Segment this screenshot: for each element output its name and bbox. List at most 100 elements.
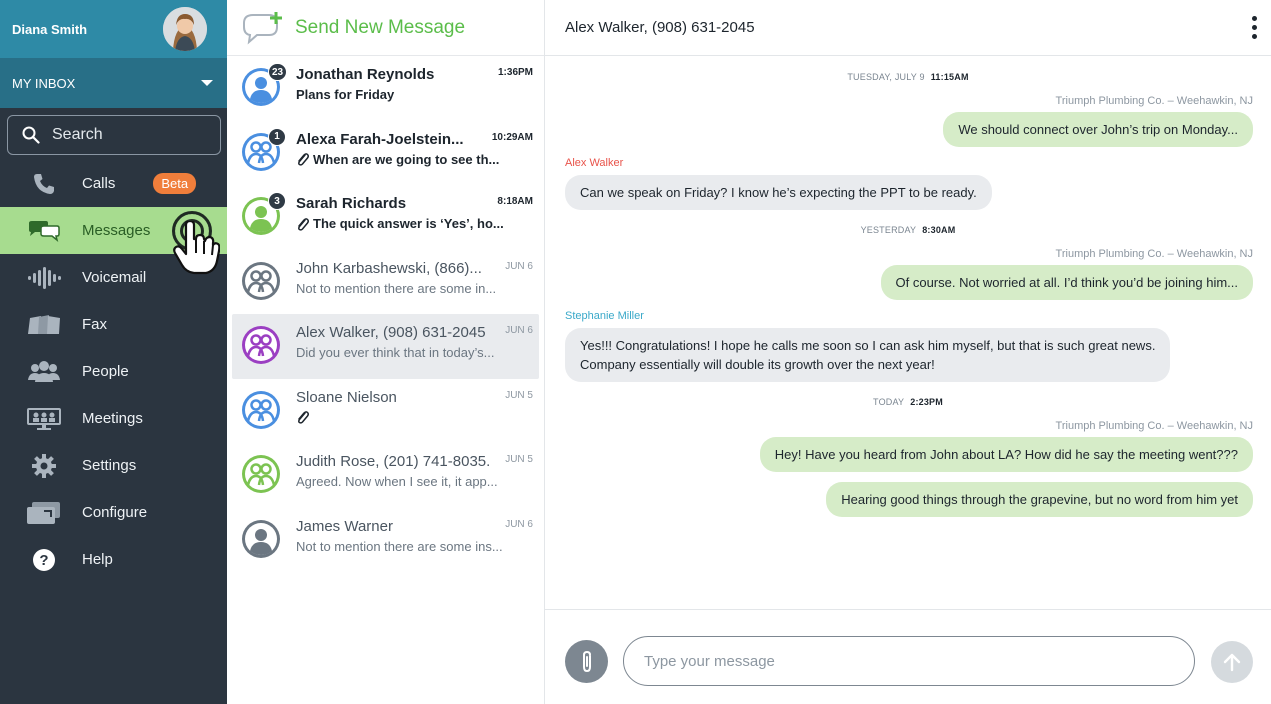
- message-bubble-outgoing: We should connect over John’s trip on Mo…: [943, 112, 1253, 147]
- user-name: Diana Smith: [12, 21, 88, 37]
- conversation-time: 8:18AM: [497, 196, 533, 207]
- message-bubble-outgoing: Hearing good things through the grapevin…: [826, 482, 1253, 517]
- sidebar-item-help[interactable]: ? Help: [0, 536, 227, 583]
- sidebar-item-fax[interactable]: Fax: [0, 301, 227, 348]
- conversation-preview: The quick answer is ‘Yes’, ho...: [296, 216, 511, 231]
- fax-icon: [26, 313, 62, 337]
- conversation-name: Jonathan Reynolds: [296, 66, 435, 83]
- chat-title: Alex Walker, (908) 631-2045: [565, 19, 755, 36]
- sidebar-item-label: Voicemail: [82, 269, 147, 286]
- conversation-preview-text: Not to mention there are some ins...: [296, 538, 503, 554]
- beta-badge: Beta: [153, 173, 197, 194]
- sidebar-item-label: Meetings: [82, 410, 143, 427]
- conversation-preview: Not to mention there are some in...: [296, 281, 511, 296]
- conversation-preview-text: When are we going to see th...: [313, 151, 500, 167]
- people-icon: [26, 360, 62, 384]
- message-thread: TUESDAY, JULY 9 11:15AM Triumph Plumbing …: [545, 56, 1271, 609]
- sidebar-item-configure[interactable]: Configure: [0, 489, 227, 536]
- unread-count-badge: 1: [268, 127, 286, 146]
- conversation-item[interactable]: Sloane Nielson JUN 5: [232, 379, 539, 444]
- conversation-name: John Karbashewski, (866)...: [296, 259, 482, 277]
- inbox-selector[interactable]: MY INBOX: [0, 58, 227, 108]
- sidebar-item-label: Fax: [82, 316, 108, 333]
- meetings-icon: [26, 407, 62, 431]
- conversation-preview-text: The quick answer is ‘Yes’, ho...: [313, 216, 504, 231]
- app-root: Diana Smith MY INBOX Search Calls Beta M…: [0, 0, 1271, 704]
- message-bubble-incoming: Can we speak on Friday? I know he’s expe…: [565, 175, 992, 210]
- day-separator: TODAY 2:23PM: [873, 397, 943, 407]
- paperclip-icon: [298, 217, 309, 231]
- help-icon: ?: [26, 548, 62, 572]
- send-button[interactable]: [1211, 641, 1253, 683]
- search-box[interactable]: Search: [7, 115, 221, 155]
- sidebar-item-label: Messages: [82, 222, 151, 239]
- send-new-message-button[interactable]: Send New Message: [227, 0, 544, 56]
- send-new-message-label: Send New Message: [295, 16, 466, 38]
- conversation-item[interactable]: 1 Alexa Farah-Joelstein... When are we goi…: [232, 121, 539, 186]
- conversation-item[interactable]: 3 Sarah Richards The quick answer is ‘Yes’…: [232, 185, 539, 250]
- conversation-preview: When are we going to see th...: [296, 152, 511, 167]
- group-avatar-icon: [241, 390, 281, 430]
- group-avatar-icon: [241, 261, 281, 301]
- sidebar-item-voicemail[interactable]: Voicemail: [0, 254, 227, 301]
- conversation-name: Alex Walker, (908) 631-2045: [296, 324, 486, 341]
- message-line: Yes!!! Congratulations! I hope he calls …: [580, 338, 1156, 353]
- attach-button[interactable]: [565, 640, 608, 683]
- chat-panel: Alex Walker, (908) 631-2045 TUESDAY, JUL…: [545, 0, 1271, 704]
- sidebar-item-calls[interactable]: Calls Beta: [0, 160, 227, 207]
- conversation-item[interactable]: 23 Jonathan Reynolds Plans for Friday 1:36P…: [232, 56, 539, 121]
- conversation-preview: Did you ever think that in today’s...: [296, 345, 511, 360]
- avatar[interactable]: [163, 7, 207, 51]
- conversation-preview-text: Plans for Friday: [296, 87, 395, 102]
- sidebar-item-label: Configure: [82, 504, 148, 521]
- search-icon: [22, 126, 40, 144]
- sidebar-item-settings[interactable]: Settings: [0, 442, 227, 489]
- gear-icon: [26, 453, 62, 478]
- conversation-item[interactable]: Alex Walker, (908) 631-2045 Did you ever …: [232, 314, 539, 379]
- day-separator: YESTERDAY 8:30AM: [860, 225, 956, 235]
- conversation-preview: Agreed. Now when I see it, it app...: [296, 474, 511, 489]
- message-bubble-incoming: Yes!!! Congratulations! I hope he calls …: [565, 328, 1171, 382]
- conversation-name: Sarah Richards: [296, 195, 407, 212]
- inbox-label: MY INBOX: [12, 75, 76, 91]
- paperclip-icon: [298, 153, 309, 166]
- conversation-preview: Not to mention there are some ins...: [296, 539, 511, 554]
- message-input[interactable]: [623, 636, 1195, 686]
- more-options-icon[interactable]: [1252, 16, 1257, 39]
- message-bubble-outgoing: Of course. Not worried at all. I’d think…: [880, 265, 1253, 300]
- conversation-preview: [296, 410, 511, 424]
- search-label: Search: [52, 126, 103, 143]
- conversation-time: JUN 6: [505, 325, 533, 336]
- sidebar-item-people[interactable]: People: [0, 348, 227, 395]
- profile-bar[interactable]: Diana Smith: [0, 0, 227, 58]
- conversation-item[interactable]: Judith Rose, (201) 741-8035... Agreed. No…: [232, 443, 539, 508]
- chat-bubbles-icon: [26, 219, 62, 243]
- conversation-time: JUN 5: [505, 389, 533, 401]
- paperclip-icon: [298, 410, 309, 424]
- sidebar-item-meetings[interactable]: Meetings: [0, 395, 227, 442]
- conversation-time: 1:36PM: [497, 67, 533, 78]
- conversation-preview-text: Agreed. Now when I see it, it app...: [296, 474, 498, 489]
- sidebar-nav: Calls Beta Messages Voicemail Fax People…: [0, 160, 227, 583]
- paperclip-icon: [582, 650, 591, 672]
- sidebar: Diana Smith MY INBOX Search Calls Beta M…: [0, 0, 227, 704]
- sender-label: Stephanie Miller: [565, 310, 644, 322]
- chevron-down-icon: [201, 80, 213, 86]
- sidebar-item-label: Settings: [82, 457, 137, 474]
- configure-icon: [26, 501, 62, 525]
- svg-text:?: ?: [39, 552, 48, 569]
- conversation-name: Sloane Nielson: [296, 388, 397, 406]
- conversation-list-panel: Send New Message 23 Jonathan Reynolds Plan…: [227, 0, 545, 704]
- conversation-item[interactable]: John Karbashewski, (866)... Not to mentio…: [232, 250, 539, 315]
- group-avatar-icon: [241, 325, 281, 365]
- sidebar-item-label: Help: [82, 551, 113, 568]
- conversation-preview-text: Not to mention there are some in...: [296, 280, 497, 296]
- new-message-icon: [243, 11, 282, 45]
- message-composer: [545, 609, 1271, 704]
- day-separator: TUESDAY, JULY 9 11:15AM: [847, 72, 969, 82]
- conversation-item[interactable]: James Warner Not to mention there are som…: [232, 508, 539, 573]
- sidebar-item-label: Calls: [82, 175, 116, 192]
- message-bubble-outgoing: Hey! Have you heard from John about LA? …: [759, 437, 1253, 472]
- contact-avatar-icon: [241, 519, 281, 559]
- sidebar-item-messages[interactable]: Messages: [0, 207, 227, 275]
